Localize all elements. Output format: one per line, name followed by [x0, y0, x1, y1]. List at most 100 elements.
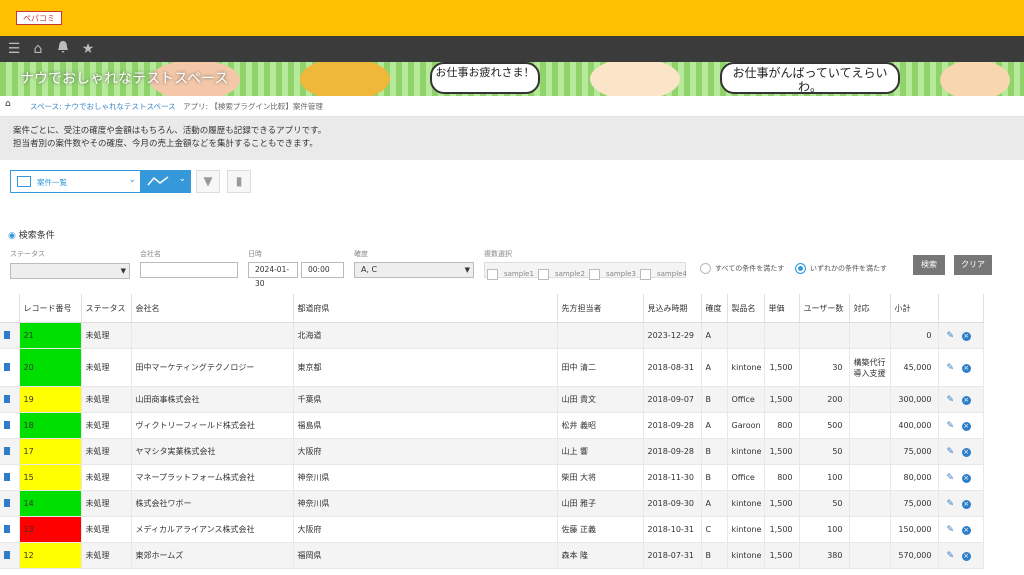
graph-selector[interactable]: ⌄	[141, 170, 191, 193]
star-icon[interactable]: ★	[80, 40, 96, 58]
home-icon[interactable]: ⌂	[30, 40, 46, 58]
edit-icon[interactable]: ✎	[947, 395, 955, 405]
edit-icon[interactable]: ✎	[947, 447, 955, 457]
clear-button[interactable]: クリア	[954, 255, 992, 275]
status-select[interactable]: ▼	[10, 263, 130, 279]
delete-icon[interactable]: ×	[961, 525, 971, 535]
delete-icon[interactable]: ×	[961, 331, 971, 341]
table-row[interactable]: 21 未処理 北海道 2023-12-29 A 0 ✎ ×	[0, 322, 984, 349]
edit-icon[interactable]: ✎	[947, 473, 955, 483]
column-header[interactable]: ステータス	[81, 294, 132, 323]
delete-icon[interactable]: ×	[961, 447, 971, 457]
radio-all[interactable]: すべての条件を満たす	[700, 263, 784, 274]
view-selector[interactable]: 案件一覧 ⌄	[10, 170, 141, 193]
column-header[interactable]: 都道府県	[293, 294, 558, 323]
filter-button[interactable]: ▼	[196, 170, 220, 193]
cell-contact: 山上 響	[557, 438, 644, 465]
record-detail-cell[interactable]	[0, 542, 20, 569]
cell-price: 1,500	[764, 490, 800, 517]
delete-icon[interactable]: ×	[961, 551, 971, 561]
checkbox-sample4[interactable]: sample4	[640, 268, 687, 280]
actions-cell: ✎ ×	[938, 464, 984, 491]
table-row[interactable]: 19 未処理 山田商事株式会社 千葉県 山田 貴文 2018-09-07 B Office 1,…	[0, 386, 984, 413]
document-icon[interactable]	[4, 446, 10, 455]
record-detail-cell[interactable]	[0, 490, 20, 517]
document-icon[interactable]	[4, 362, 10, 371]
edit-icon[interactable]: ✎	[947, 363, 955, 373]
actions-cell: ✎ ×	[938, 438, 984, 465]
document-icon[interactable]	[4, 394, 10, 403]
record-detail-cell[interactable]	[0, 386, 20, 413]
delete-icon[interactable]: ×	[961, 421, 971, 431]
record-detail-cell[interactable]	[0, 438, 20, 465]
document-icon[interactable]	[4, 330, 10, 339]
delete-icon[interactable]: ×	[961, 473, 971, 483]
checkbox-sample2[interactable]: sample2	[538, 268, 585, 280]
table-row[interactable]: 15 未処理 マネープラットフォーム株式会社 神奈川県 柴田 大将 2018-11-30 B…	[0, 464, 984, 491]
edit-icon[interactable]: ✎	[947, 421, 955, 431]
table-row[interactable]: 12 未処理 東郊ホームズ 福岡県 森本 隆 2018-07-31 Bkintone 1,50…	[0, 542, 984, 569]
record-detail-cell[interactable]	[0, 348, 20, 387]
column-header[interactable]: 単価	[764, 294, 800, 323]
menu-icon[interactable]: ☰	[6, 40, 22, 58]
time-input[interactable]: 00:00	[301, 262, 344, 278]
date-input[interactable]: 2024-01-30	[248, 262, 298, 288]
cell-product: Office	[727, 464, 765, 491]
table-row[interactable]: 20 未処理 田中マーケティングテクノロジー 東京都 田中 清二 2018-08-31 Ak…	[0, 348, 984, 387]
home-icon[interactable]: ⌂	[5, 99, 11, 109]
company-input[interactable]	[140, 262, 238, 278]
column-header[interactable]: ユーザー数	[799, 294, 850, 323]
breadcrumb-space[interactable]: スペース: ナウでおしゃれなテストスペース	[30, 101, 176, 112]
cell-contact: 山田 雅子	[557, 490, 644, 517]
bar-chart-icon: ▮	[235, 174, 243, 188]
column-header[interactable]: 先方担当者	[557, 294, 644, 323]
delete-icon[interactable]: ×	[961, 499, 971, 509]
column-header	[0, 294, 20, 323]
record-detail-cell[interactable]	[0, 322, 20, 349]
certainty-select[interactable]: A, C ▼	[354, 262, 474, 278]
column-header[interactable]: 製品名	[727, 294, 765, 323]
chevron-down-icon: ⌄	[128, 175, 136, 185]
edit-icon[interactable]: ✎	[947, 551, 955, 561]
delete-icon[interactable]: ×	[961, 395, 971, 405]
column-header[interactable]: 小計	[890, 294, 939, 323]
edit-icon[interactable]: ✎	[947, 525, 955, 535]
table-row[interactable]: 13 未処理 メディカルアライアンス株式会社 大阪府 佐藤 正義 2018-10-31 Ck…	[0, 516, 984, 543]
checkbox-sample3[interactable]: sample3	[589, 268, 636, 280]
column-header[interactable]: 対応	[849, 294, 891, 323]
cell-id: 20	[19, 348, 82, 387]
cell-date: 2018-10-31	[643, 516, 702, 543]
checkbox-sample1[interactable]: sample1	[487, 268, 534, 280]
column-header[interactable]: 確度	[701, 294, 728, 323]
table-row[interactable]: 18 未処理 ヴィクトリーフィールド株式会社 福島県 松井 義昭 2018-09-28 A G…	[0, 412, 984, 439]
app-logo[interactable]: ペパコミ	[16, 11, 62, 25]
table-row[interactable]: 14 未処理 株式会社ワボー 神奈川県 山田 雅子 2018-09-30 Akintone 1…	[0, 490, 984, 517]
record-detail-cell[interactable]	[0, 516, 20, 543]
actions-cell: ✎ ×	[938, 322, 984, 349]
document-icon[interactable]	[4, 472, 10, 481]
cell-cert: A	[701, 490, 728, 517]
document-icon[interactable]	[4, 550, 10, 559]
column-header[interactable]: 会社名	[131, 294, 294, 323]
column-header[interactable]: レコード番号	[19, 294, 82, 323]
edit-icon[interactable]: ✎	[947, 331, 955, 341]
delete-icon[interactable]: ×	[961, 363, 971, 373]
record-detail-cell[interactable]	[0, 412, 20, 439]
column-header[interactable]: 見込み時期	[643, 294, 702, 323]
cell-company: ヤマシタ実業株式会社	[131, 438, 294, 465]
cell-product: Office	[727, 386, 765, 413]
document-icon[interactable]	[4, 498, 10, 507]
bell-icon[interactable]	[55, 40, 71, 58]
search-button[interactable]: 検索	[913, 255, 945, 275]
chart-button[interactable]: ▮	[227, 170, 251, 193]
actions-cell: ✎ ×	[938, 348, 984, 387]
document-icon[interactable]	[4, 420, 10, 429]
cell-resp	[849, 464, 891, 491]
record-detail-cell[interactable]	[0, 464, 20, 491]
radio-any[interactable]: いずれかの条件を満たす	[795, 263, 887, 274]
edit-icon[interactable]: ✎	[947, 499, 955, 509]
table-row[interactable]: 17 未処理 ヤマシタ実業株式会社 大阪府 山上 響 2018-09-28 Bkintone…	[0, 438, 984, 465]
document-icon[interactable]	[4, 524, 10, 533]
search-header[interactable]: ◉ 検索条件	[8, 228, 55, 241]
cell-contact: 佐藤 正義	[557, 516, 644, 543]
